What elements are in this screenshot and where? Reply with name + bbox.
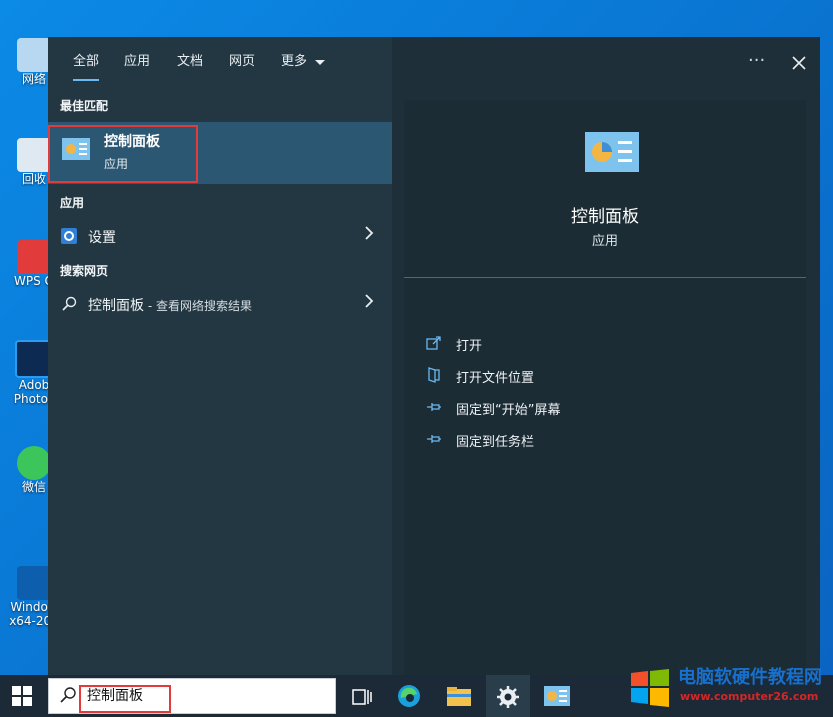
network-icon [17, 38, 51, 72]
search-icon [61, 296, 77, 312]
settings-icon[interactable] [494, 683, 522, 711]
web-result-text: 控制面板 - 查看网络搜索结果 [88, 295, 252, 315]
action-label: 固定到任务栏 [456, 435, 535, 450]
search-input[interactable] [87, 687, 167, 703]
open-icon [426, 335, 442, 351]
search-icon [59, 686, 77, 704]
tab-apps[interactable]: 应用 [124, 53, 150, 71]
tab-web[interactable]: 网页 [229, 53, 255, 71]
section-best-match: 最佳匹配 [60, 99, 109, 113]
task-view-icon[interactable] [348, 683, 376, 711]
watermark: 电脑软硬件教程网 www.computer26.com [624, 659, 827, 711]
tab-more[interactable]: 更多 [281, 53, 326, 71]
recycle-bin-icon [17, 138, 51, 172]
details-pane: 控制面板 应用 打开 打开文件位置 固定到“开始”屏幕 固定到任务栏 [404, 100, 806, 675]
wechat-icon [17, 446, 51, 480]
close-icon [792, 56, 806, 70]
action-pin-to-start[interactable]: 固定到“开始”屏幕 [426, 396, 726, 420]
action-pin-to-taskbar[interactable]: 固定到任务栏 [426, 428, 726, 452]
close-button[interactable] [791, 49, 807, 76]
more-options-icon[interactable]: ··· [748, 50, 765, 71]
wps-icon [17, 240, 51, 274]
details-app-name: 控制面板 [571, 207, 639, 227]
control-panel-icon[interactable] [544, 683, 572, 711]
pin-icon [426, 431, 442, 447]
start-button[interactable] [12, 686, 34, 708]
settings-icon [61, 228, 77, 244]
disc-image-icon [17, 566, 51, 600]
app-result-label: 设置 [88, 230, 116, 246]
caret-down-icon [315, 59, 326, 65]
web-result[interactable]: 控制面板 - 查看网络搜索结果 [48, 287, 392, 321]
pin-icon [426, 399, 442, 415]
search-tabs: 全部 应用 文档 网页 更多 ··· [48, 37, 820, 87]
file-explorer-icon[interactable] [446, 683, 474, 711]
divider [404, 277, 806, 278]
section-web: 搜索网页 [60, 264, 109, 278]
windows-logo-icon [629, 667, 671, 709]
action-label: 打开 [456, 339, 483, 354]
action-label: 打开文件位置 [456, 371, 535, 386]
taskbar-search-box[interactable] [48, 678, 336, 714]
web-result-query: 控制面板 [88, 298, 144, 314]
tab-more-label: 更多 [281, 54, 308, 69]
action-open[interactable]: 打开 [426, 332, 726, 356]
search-panel: 全部 应用 文档 网页 更多 ··· 最佳匹配 控制面板 应用 应用 设置 搜索… [48, 37, 820, 675]
action-label: 固定到“开始”屏幕 [456, 403, 561, 418]
control-panel-icon [585, 132, 639, 172]
tab-all[interactable]: 全部 [73, 53, 100, 81]
file-location-icon [426, 367, 442, 383]
watermark-url: www.computer26.com [680, 690, 819, 703]
web-result-suffix: - 查看网络搜索结果 [144, 299, 252, 313]
tab-documents[interactable]: 文档 [177, 53, 203, 71]
chevron-right-icon[interactable] [364, 225, 374, 246]
highlight-outline [48, 125, 198, 183]
edge-icon[interactable] [396, 683, 424, 711]
action-open-file-location[interactable]: 打开文件位置 [426, 364, 726, 388]
section-apps: 应用 [60, 196, 85, 210]
chevron-right-icon[interactable] [364, 293, 374, 314]
details-app-type: 应用 [591, 234, 618, 249]
watermark-title: 电脑软硬件教程网 [678, 667, 822, 688]
windows-logo-icon [12, 686, 32, 706]
app-result-settings[interactable]: 设置 [48, 219, 392, 253]
